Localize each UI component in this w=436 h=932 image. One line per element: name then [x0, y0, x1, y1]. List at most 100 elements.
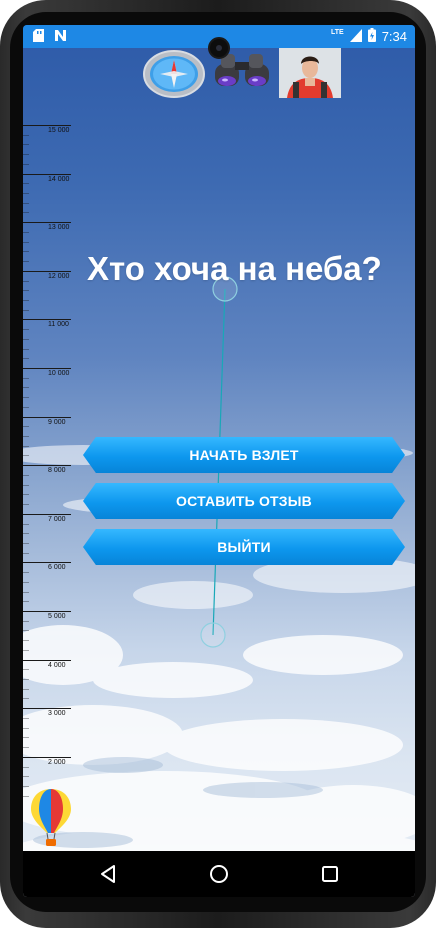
traveler-avatar-icon[interactable]	[279, 48, 341, 98]
ruler-minor-tick	[23, 436, 29, 438]
ruler-minor-tick	[23, 504, 29, 506]
ruler-minor-tick	[23, 717, 29, 719]
ruler-minor-tick	[23, 591, 29, 593]
ruler-minor-tick	[23, 377, 29, 379]
ruler-label: 15 000	[48, 127, 70, 134]
ruler-label: 9 000	[48, 418, 66, 426]
ruler-minor-tick	[23, 776, 29, 778]
ruler-tick	[23, 562, 71, 564]
ruler-tick	[23, 756, 71, 758]
ruler-tick	[23, 708, 71, 710]
ruler-minor-tick	[23, 484, 29, 486]
ruler-minor-tick	[23, 338, 29, 340]
top-icon-bar	[143, 48, 341, 98]
ruler-label: 6 000	[48, 564, 66, 572]
ruler-minor-tick	[23, 669, 29, 671]
ruler-tick	[23, 125, 71, 126]
ruler-minor-tick	[23, 445, 29, 447]
ruler-minor-tick	[23, 406, 29, 408]
ruler-minor-tick	[23, 474, 29, 476]
ruler-minor-tick	[23, 649, 29, 651]
leave-review-button[interactable]: ОСТАВИТЬ ОТЗЫВ	[83, 483, 405, 519]
ruler-label: 10 000	[48, 370, 70, 377]
compass-icon[interactable]	[143, 48, 205, 98]
sd-card-icon	[33, 29, 44, 47]
back-icon[interactable]	[98, 863, 120, 885]
ruler-minor-tick	[23, 523, 29, 525]
ruler-minor-tick	[23, 620, 29, 622]
home-icon[interactable]	[208, 863, 230, 885]
ruler-tick	[23, 270, 71, 272]
ruler-minor-tick	[23, 202, 29, 204]
ruler-minor-tick	[23, 572, 29, 574]
ruler-minor-tick	[23, 494, 29, 496]
ruler-label: 3 000	[48, 710, 66, 718]
ruler-minor-tick	[23, 542, 29, 544]
ruler-label: 7 000	[48, 515, 66, 523]
ruler-minor-tick	[23, 426, 29, 428]
ruler-label: 11 000	[48, 321, 69, 329]
ruler-minor-tick	[23, 251, 29, 253]
ruler-minor-tick	[23, 552, 29, 554]
network-type-label: LTE	[330, 29, 344, 36]
ruler-minor-tick	[23, 290, 29, 292]
status-time: 7:34	[381, 29, 407, 44]
ruler-tick	[23, 222, 71, 224]
ruler-minor-tick	[23, 261, 29, 263]
system-nav-bar	[23, 851, 415, 897]
ruler-minor-tick	[23, 231, 29, 233]
ruler-tick	[23, 416, 71, 418]
ruler-minor-tick	[23, 241, 29, 243]
ruler-minor-tick	[23, 698, 29, 700]
signal-icon	[349, 28, 362, 45]
ruler-tick	[23, 173, 71, 175]
ruler-minor-tick	[23, 309, 29, 311]
ruler-label: 2 000	[48, 758, 66, 766]
ruler-minor-tick	[23, 601, 29, 603]
notification-n-icon	[54, 29, 67, 47]
ruler-minor-tick	[23, 183, 29, 185]
ruler-minor-tick	[23, 766, 29, 768]
ruler-tick	[23, 465, 71, 467]
front-camera	[208, 37, 230, 59]
ruler-label: 13 000	[48, 224, 70, 232]
ruler-tick	[23, 368, 71, 369]
ruler-minor-tick	[23, 640, 29, 642]
ruler-minor-tick	[23, 348, 29, 350]
start-flight-button[interactable]: НАЧАТЬ ВЗЛЕТ	[83, 437, 405, 473]
ruler-label: 5 000	[48, 613, 66, 620]
ruler-minor-tick	[23, 397, 29, 399]
ruler-minor-tick	[23, 134, 29, 136]
app-screen: LTE 7:34 15 000 14 000 13 000 12 000 11 …	[23, 25, 415, 897]
ruler-label: 4 000	[48, 661, 66, 669]
ruler-tick	[23, 319, 71, 321]
altitude-ruler: 15 000 14 000 13 000 12 000 11 000 10 000 9 00…	[23, 115, 83, 797]
recents-icon[interactable]	[319, 863, 341, 885]
ruler-minor-tick	[23, 212, 29, 214]
ruler-label: 14 000	[48, 175, 70, 183]
ruler-minor-tick	[23, 299, 29, 301]
ruler-minor-tick	[23, 581, 29, 583]
ruler-minor-tick	[23, 193, 29, 195]
ruler-minor-tick	[23, 329, 29, 331]
battery-icon	[367, 28, 376, 45]
ruler-tick	[23, 611, 71, 612]
page-title: Хто хоча на неба?	[87, 250, 382, 287]
exit-button[interactable]: ВЫЙТИ	[83, 529, 405, 565]
ruler-label: 12 000	[48, 272, 70, 280]
ruler-minor-tick	[23, 679, 29, 681]
ruler-minor-tick	[23, 387, 29, 389]
ruler-minor-tick	[23, 144, 29, 146]
ruler-minor-tick	[23, 630, 29, 632]
ruler-minor-tick	[23, 154, 29, 156]
ruler-minor-tick	[23, 533, 29, 535]
ruler-minor-tick	[23, 688, 29, 690]
ruler-label: 8 000	[48, 467, 66, 475]
ruler-tick	[23, 659, 71, 661]
ruler-minor-tick	[23, 455, 29, 457]
ruler-minor-tick	[23, 737, 29, 739]
hot-air-balloon-icon	[29, 787, 73, 847]
ruler-minor-tick	[23, 280, 29, 282]
ruler-minor-tick	[23, 163, 29, 165]
ruler-minor-tick	[23, 358, 29, 360]
